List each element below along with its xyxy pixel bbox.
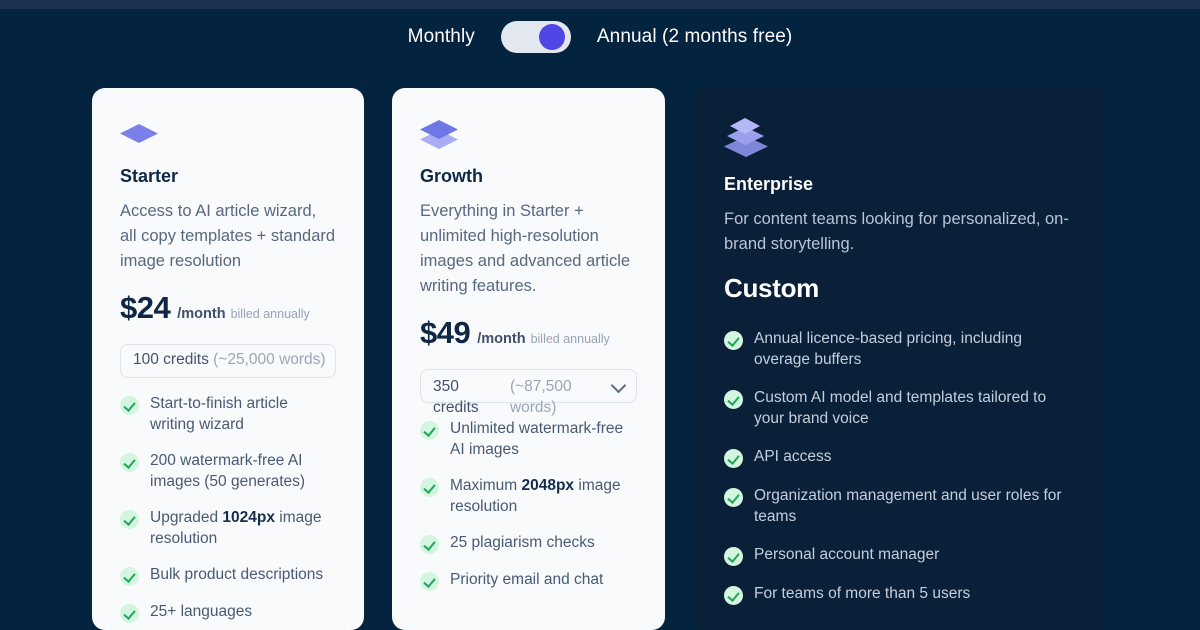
credits-value-growth: 350 credits <box>433 378 479 416</box>
list-item: Start-to-finish article writing wizard <box>120 393 336 435</box>
feature-text: Start-to-finish article writing wizard <box>150 395 288 433</box>
check-icon <box>420 421 439 440</box>
check-icon <box>724 586 743 605</box>
list-item: Unlimited watermark-free AI images <box>420 418 637 460</box>
list-item: 200 watermark-free AI images (50 generat… <box>120 450 336 492</box>
billing-monthly-label[interactable]: Monthly <box>408 26 475 48</box>
feature-text: Organization management and user roles f… <box>754 487 1062 525</box>
check-icon <box>724 547 743 566</box>
top-accent-strip <box>0 0 1200 9</box>
feature-text-strong: 1024px <box>222 509 275 526</box>
feature-text: Bulk product descriptions <box>150 566 324 583</box>
check-icon <box>120 567 139 586</box>
list-item: Maximum 2048px image resolution <box>420 475 637 517</box>
double-diamond-stack-icon <box>420 118 637 150</box>
check-icon <box>120 396 139 415</box>
list-item: Organization management and user roles f… <box>724 485 1076 527</box>
pricing-cards-container: Starter Access to AI article wizard, all… <box>0 88 1200 630</box>
feature-text-strong: 2048px <box>521 477 575 494</box>
feature-text: 200 watermark-free AI images (50 generat… <box>150 452 306 490</box>
list-item: Personal account manager <box>724 544 1076 566</box>
feature-list-starter: Start-to-finish article writing wizard 2… <box>120 393 336 623</box>
feature-text: Unlimited watermark-free AI images <box>450 420 624 458</box>
check-icon <box>120 510 139 529</box>
credits-words-growth: (~87,500 words) <box>509 378 572 416</box>
feature-text: Custom AI model and templates tailored t… <box>754 389 1047 427</box>
list-item: 25+ languages <box>120 601 336 623</box>
feature-text: Annual licence-based pricing, including … <box>754 330 1022 368</box>
price-amount-growth: $49 <box>420 315 471 350</box>
list-item: Annual licence-based pricing, including … <box>724 328 1076 370</box>
feature-text: API access <box>754 448 832 465</box>
plan-name-growth: Growth <box>420 166 483 186</box>
check-icon <box>120 453 139 472</box>
plan-description-growth: Everything in Starter + unlimited high-r… <box>420 202 631 295</box>
list-item: Priority email and chat <box>420 569 637 591</box>
list-item: For teams of more than 5 users <box>724 583 1076 605</box>
feature-list-growth: Unlimited watermark-free AI images Maxim… <box>420 418 637 591</box>
plan-description-enterprise: For content teams looking for personaliz… <box>724 210 1069 253</box>
check-icon <box>724 488 743 507</box>
price-period-growth: /month <box>477 331 526 347</box>
pricing-card-enterprise: Enterprise For content teams looking for… <box>694 88 1106 630</box>
credits-value-starter: 100 credits <box>133 351 209 368</box>
feature-text-pre: Maximum <box>450 477 522 494</box>
plan-name-enterprise: Enterprise <box>724 174 814 194</box>
feature-text: Personal account manager <box>754 546 940 563</box>
price-note-growth: billed annually <box>530 332 610 346</box>
price-row-growth: $49 /month billed annually <box>420 315 637 351</box>
check-icon <box>120 604 139 623</box>
list-item: 25 plagiarism checks <box>420 532 637 554</box>
triple-diamond-stack-icon <box>724 118 1076 160</box>
chevron-down-icon[interactable] <box>610 377 627 394</box>
credits-selector-starter[interactable]: 100 credits (~25,000 words) <box>120 344 336 378</box>
check-icon <box>724 331 743 350</box>
feature-text: Upgraded 1024px image resolution <box>150 507 336 549</box>
credits-words-starter: (~25,000 words) <box>213 351 326 368</box>
pricing-card-starter: Starter Access to AI article wizard, all… <box>92 88 364 630</box>
feature-text: 25+ languages <box>150 603 253 620</box>
switch-knob <box>538 23 565 50</box>
credits-selector-growth[interactable]: 350 credits (~87,500 words) <box>420 369 637 416</box>
billing-period-toggle-row: Monthly Annual (2 months free) <box>0 9 1200 64</box>
check-icon <box>420 572 439 591</box>
feature-text: Maximum 2048px image resolution <box>450 475 637 517</box>
list-item: Custom AI model and templates tailored t… <box>724 387 1076 429</box>
feature-text: 25 plagiarism checks <box>450 534 595 551</box>
list-item: Upgraded 1024px image resolution <box>120 507 336 549</box>
check-icon <box>420 535 439 554</box>
plan-name-starter: Starter <box>120 166 179 186</box>
single-diamond-icon <box>120 118 336 150</box>
feature-list-enterprise: Annual licence-based pricing, including … <box>724 328 1076 605</box>
check-icon <box>724 449 743 468</box>
price-period-starter: /month <box>177 306 226 322</box>
price-note-starter: billed annually <box>230 307 310 321</box>
price-amount-starter: $24 <box>120 290 171 325</box>
check-icon <box>420 478 439 497</box>
price-row-starter: $24 /month billed annually <box>120 290 336 326</box>
billing-annual-label[interactable]: Annual (2 months free) <box>597 26 792 48</box>
check-icon <box>724 390 743 409</box>
plan-description-starter: Access to AI article wizard, all copy te… <box>120 202 336 270</box>
list-item: API access <box>724 446 1076 468</box>
price-amount-enterprise: Custom <box>724 273 819 303</box>
feature-text: For teams of more than 5 users <box>754 585 971 602</box>
feature-text: Priority email and chat <box>450 571 604 588</box>
pricing-card-growth: Growth Everything in Starter + unlimited… <box>392 88 665 630</box>
billing-period-switch[interactable] <box>500 20 571 53</box>
list-item: Bulk product descriptions <box>120 564 336 586</box>
feature-text-pre: Upgraded <box>150 509 223 526</box>
